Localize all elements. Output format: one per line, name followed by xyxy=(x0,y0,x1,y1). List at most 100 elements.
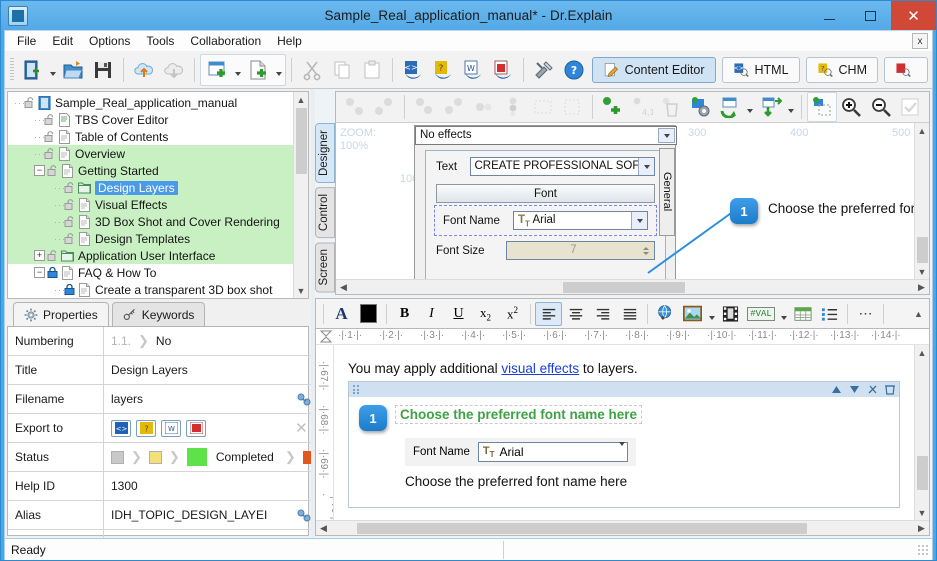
designer-viewport[interactable]: ZOOM: 100% 100 100 200 300 400 500 xyxy=(336,123,914,279)
status-swatch-1[interactable] xyxy=(148,450,162,464)
tree-item-3[interactable]: ···· Overview xyxy=(8,145,293,162)
add-screen-icon[interactable] xyxy=(202,55,232,85)
property-value[interactable]: 1300 xyxy=(111,479,138,493)
font-icon[interactable]: A xyxy=(328,302,355,326)
export-rtf-icon[interactable]: W xyxy=(458,55,488,85)
menu-file[interactable]: File xyxy=(9,32,44,50)
move-up-icon[interactable] xyxy=(831,385,842,394)
add-page-dropdown[interactable] xyxy=(273,56,284,84)
upload-cloud-icon[interactable] xyxy=(129,55,159,85)
designer-scroll-thumb[interactable] xyxy=(916,237,928,263)
align-justify-icon[interactable] xyxy=(616,302,643,326)
numbering-step-1[interactable]: No xyxy=(156,334,171,348)
menu-options[interactable]: Options xyxy=(81,32,138,50)
editor-scroll-thumb[interactable] xyxy=(916,456,928,490)
designer-vertical-scrollbar[interactable]: ▲ ▼ xyxy=(914,123,929,279)
embed-chevron-down-icon[interactable] xyxy=(618,442,625,460)
editor-scroll-right-icon[interactable]: ▶ xyxy=(914,521,929,536)
property-value[interactable]: IDH_TOPIC_DESIGN_LAYEI xyxy=(111,508,267,522)
new-project-dropdown[interactable] xyxy=(47,56,58,84)
export-to-html-icon[interactable]: <> xyxy=(111,419,131,437)
insert-table-icon[interactable] xyxy=(789,302,816,326)
export-screenshot-dropdown[interactable] xyxy=(785,93,796,121)
tree-item-5[interactable]: ···· Design Layers xyxy=(8,179,293,196)
tree-item-9[interactable]: + Application User Interface xyxy=(8,247,293,264)
tree-vertical-scrollbar[interactable]: ▲ ▼ xyxy=(293,92,308,298)
embed-font-name-input[interactable]: TT Arial xyxy=(477,442,628,462)
move-down-icon[interactable] xyxy=(849,385,860,394)
options-icon[interactable] xyxy=(529,55,559,85)
toolbar-grip[interactable] xyxy=(10,57,14,82)
superscript-icon[interactable]: x2 xyxy=(499,302,526,326)
download-cloud-icon[interactable] xyxy=(159,55,189,85)
editor-vertical-ruler[interactable]: ·|·67·|· ·|·68·|· ·|·69·|· ·|·70·|· xyxy=(316,345,334,520)
text-color-icon[interactable] xyxy=(355,302,382,326)
designer-scroll-right-icon[interactable]: ▶ xyxy=(914,280,929,295)
document-close-button[interactable]: x xyxy=(912,33,928,49)
property-value[interactable]: Design Layers xyxy=(111,363,188,377)
mock-font-name-chevron-down-icon[interactable] xyxy=(631,212,647,229)
insert-image-icon[interactable] xyxy=(679,302,706,326)
tree-scroll-up-icon[interactable]: ▲ xyxy=(294,92,309,107)
status-swatch-0[interactable] xyxy=(111,450,124,464)
mock-text-field[interactable]: CREATE PROFESSIONAL SOFTWA xyxy=(469,157,655,176)
mock-font-size-field[interactable]: 7 xyxy=(506,241,655,260)
embed-callout-badge[interactable]: 1 xyxy=(359,405,387,431)
mock-font-size-stepper[interactable] xyxy=(638,242,654,259)
tree-item-2[interactable]: ···· Table of Contents xyxy=(8,128,293,145)
export-to-pdf-icon[interactable] xyxy=(186,419,206,437)
editor-hscroll-thumb[interactable] xyxy=(357,522,807,534)
tree-item-0[interactable]: ···· Sample_Real_application_manual xyxy=(8,94,293,111)
export-screenshot-icon[interactable] xyxy=(756,92,785,122)
export-to-rtf-icon[interactable]: W xyxy=(161,419,181,437)
mock-font-button[interactable]: Font xyxy=(436,184,655,203)
tree-item-7[interactable]: ···· 3D Box Shot and Cover Rendering xyxy=(8,213,293,230)
mock-general-tab[interactable]: General xyxy=(659,148,675,236)
align-center-icon[interactable] xyxy=(562,302,589,326)
menu-collaboration[interactable]: Collaboration xyxy=(182,32,269,50)
tab-designer[interactable]: Designer xyxy=(315,123,335,184)
editor-scroll-left-icon[interactable]: ◀ xyxy=(316,521,331,536)
property-value[interactable]: layers xyxy=(111,392,143,406)
editor-scroll-up-icon[interactable]: ▲ xyxy=(915,345,930,360)
mock-text-chevron-down-icon[interactable] xyxy=(638,158,654,175)
designer-callout-badge[interactable]: 1 xyxy=(730,198,758,224)
underline-icon[interactable]: U xyxy=(445,302,472,326)
select-area-icon[interactable] xyxy=(807,92,837,122)
tree-item-6[interactable]: ···· Visual Effects xyxy=(8,196,293,213)
effects-combo[interactable]: No effects xyxy=(415,126,677,145)
update-screenshot-icon[interactable] xyxy=(716,92,745,122)
unlink-icon[interactable] xyxy=(867,384,878,395)
tree-expander[interactable]: + xyxy=(34,250,45,261)
tree-scroll-thumb[interactable] xyxy=(295,108,307,174)
html-export-button[interactable]: <> HTML xyxy=(721,56,800,83)
insert-video-icon[interactable] xyxy=(717,302,744,326)
numbering-step-0[interactable]: 1.1. xyxy=(111,334,131,348)
designer-scroll-down-icon[interactable]: ▼ xyxy=(915,264,930,279)
italic-icon[interactable]: I xyxy=(418,302,445,326)
chm-export-button[interactable]: ? CHM xyxy=(805,56,878,83)
resize-grip[interactable] xyxy=(917,543,929,556)
tab-keywords[interactable]: Keywords xyxy=(111,302,206,326)
mock-font-name-field[interactable]: TT Arial xyxy=(513,211,648,230)
effects-combo-chevron-down-icon[interactable] xyxy=(658,128,675,143)
visual-effects-link[interactable]: visual effects xyxy=(501,361,579,376)
new-project-icon[interactable] xyxy=(17,55,47,85)
menu-tools[interactable]: Tools xyxy=(138,32,182,50)
tree-scroll-down-icon[interactable]: ▼ xyxy=(294,283,309,298)
insert-variable-dropdown[interactable] xyxy=(778,300,789,328)
tab-properties[interactable]: Properties xyxy=(13,302,109,326)
insert-image-dropdown[interactable] xyxy=(706,300,717,328)
add-callout-icon[interactable] xyxy=(598,92,627,122)
pdf-export-button[interactable] xyxy=(884,56,928,83)
save-project-icon[interactable] xyxy=(88,55,118,85)
align-right-icon[interactable] xyxy=(589,302,616,326)
export-pdf-icon[interactable] xyxy=(488,55,518,85)
editor-toolbar-scroll-up-icon[interactable]: ▲ xyxy=(911,306,926,321)
status-swatch-2[interactable] xyxy=(186,448,207,466)
delete-icon[interactable] xyxy=(885,384,895,395)
export-chm-icon[interactable]: ? xyxy=(428,55,458,85)
insert-variable-icon[interactable]: #VAL xyxy=(744,302,778,326)
more-icon[interactable]: ⋯ xyxy=(852,302,879,326)
embedded-screenshot-block[interactable]: 1 Choose the preferred font name here Fo… xyxy=(348,381,900,508)
